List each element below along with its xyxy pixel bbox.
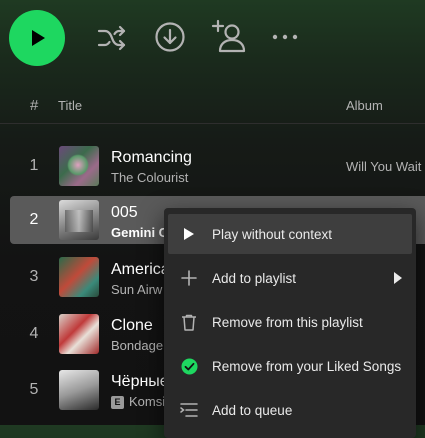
play-icon — [178, 223, 200, 245]
more-icon — [272, 34, 298, 40]
shuffle-icon — [97, 25, 126, 51]
column-number-header: # — [30, 97, 39, 114]
add-user-button[interactable] — [210, 18, 248, 54]
album-art — [59, 257, 99, 297]
explicit-badge: E — [111, 396, 124, 410]
track-title[interactable]: America — [111, 261, 170, 279]
track-number: 2 — [29, 211, 39, 228]
queue-icon — [178, 399, 200, 421]
menu-item-remove-from-liked-songs[interactable]: Remove from your Liked Songs — [168, 346, 412, 386]
menu-item-label: Add to playlist — [212, 270, 297, 286]
column-album-header[interactable]: Album — [346, 98, 383, 113]
column-title-header[interactable]: Title — [58, 98, 82, 113]
album-art — [59, 370, 99, 410]
play-icon — [32, 30, 45, 46]
track-artist-wrap: E Komsi — [111, 394, 165, 410]
plus-icon — [178, 267, 200, 289]
menu-item-add-to-queue[interactable]: Add to queue — [168, 390, 412, 430]
menu-item-label: Remove from this playlist — [212, 314, 363, 330]
trash-icon — [178, 311, 200, 333]
track-title[interactable]: Чёрные — [111, 373, 169, 391]
track-artist[interactable]: Bondage — [111, 338, 163, 353]
album-art — [59, 146, 99, 186]
download-icon — [155, 22, 185, 52]
check-circle-icon — [178, 355, 200, 377]
header-divider — [0, 123, 425, 124]
add-user-icon — [211, 19, 246, 53]
submenu-arrow-icon — [394, 272, 402, 284]
menu-item-label: Play without context — [212, 226, 333, 242]
track-number: 1 — [29, 157, 39, 174]
play-button[interactable] — [9, 10, 65, 66]
track-number: 3 — [29, 268, 39, 285]
context-menu: Play without context Add to playlist Rem… — [164, 208, 416, 438]
menu-item-label: Remove from your Liked Songs — [212, 358, 402, 374]
menu-item-label: Add to queue — [212, 402, 293, 418]
track-artist[interactable]: Gemini C — [111, 225, 168, 240]
track-title[interactable]: 005 — [111, 204, 138, 222]
track-title[interactable]: Clone — [111, 317, 153, 335]
menu-item-add-to-playlist[interactable]: Add to playlist — [168, 258, 412, 298]
menu-item-remove-from-playlist[interactable]: Remove from this playlist — [168, 302, 412, 342]
album-art — [59, 200, 99, 240]
track-artist[interactable]: Sun Airw — [111, 282, 162, 297]
track-title[interactable]: Romancing — [111, 149, 192, 167]
menu-item-play-without-context[interactable]: Play without context — [168, 214, 412, 254]
track-artist[interactable]: Komsi — [129, 394, 165, 409]
download-button[interactable] — [152, 19, 188, 55]
track-number: 4 — [29, 325, 39, 342]
track-number: 5 — [29, 381, 39, 398]
shuffle-button[interactable] — [94, 20, 130, 56]
track-row[interactable]: 1 Romancing The Colourist Will You Wait — [0, 142, 425, 190]
album-art — [59, 314, 99, 354]
track-album[interactable]: Will You Wait — [346, 159, 421, 174]
track-artist[interactable]: The Colourist — [111, 170, 188, 185]
more-button[interactable] — [270, 26, 300, 48]
